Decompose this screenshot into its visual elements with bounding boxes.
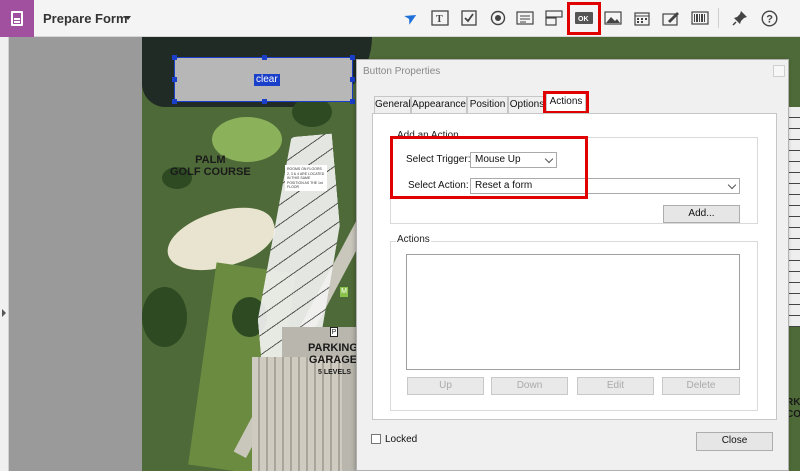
select-tool-icon[interactable]: ➤: [399, 6, 424, 31]
add-action-button[interactable]: Add...: [663, 205, 740, 223]
document-icon: [11, 11, 23, 26]
button-properties-dialog: Button Properties General Appearance Pos…: [356, 59, 789, 471]
resize-handle[interactable]: [350, 55, 355, 60]
chevron-down-icon[interactable]: [125, 16, 131, 20]
locked-checkbox[interactable]: [371, 434, 381, 444]
map-marker-m: M: [340, 287, 348, 297]
radio-button-tool-icon[interactable]: [489, 9, 507, 27]
tool-title[interactable]: Prepare Form: [43, 11, 128, 26]
resize-handle[interactable]: [262, 55, 267, 60]
pin-icon[interactable]: [731, 9, 749, 27]
list-box-tool-icon[interactable]: [516, 9, 534, 27]
svg-text:T: T: [436, 14, 443, 25]
resize-handle[interactable]: [172, 55, 177, 60]
dropdown-tool-icon[interactable]: [545, 9, 563, 27]
floor-note: ROOMS ON FLOORS 2, 3 & 4 ARE LOCATED IN …: [285, 165, 327, 191]
checkbox-tool-icon[interactable]: [460, 9, 478, 27]
resize-handle[interactable]: [350, 77, 355, 82]
prepare-form-app-icon[interactable]: [0, 0, 34, 37]
trigger-action-highlight: [390, 136, 588, 199]
move-up-button[interactable]: Up: [407, 377, 484, 395]
tree-cluster: [142, 287, 187, 347]
parking-p-marker: P: [330, 327, 338, 337]
signature-tool-icon[interactable]: [662, 9, 680, 27]
help-icon[interactable]: ?: [760, 9, 778, 27]
resize-handle[interactable]: [172, 99, 177, 104]
tab-general[interactable]: General: [374, 96, 411, 113]
resize-handle[interactable]: [172, 77, 177, 82]
clear-button-field[interactable]: clear: [172, 55, 355, 104]
close-button[interactable]: Close: [696, 432, 773, 451]
resize-handle[interactable]: [262, 99, 267, 104]
chevron-down-icon: [727, 180, 737, 190]
button-tool-highlight: [567, 2, 601, 35]
move-down-button[interactable]: Down: [491, 377, 568, 395]
actions-list[interactable]: [406, 254, 740, 370]
tab-options[interactable]: Options: [508, 96, 546, 113]
top-toolbar: Prepare Form ➤ T OK ?: [0, 0, 800, 37]
field-name-label: clear: [254, 74, 280, 86]
barcode-tool-icon[interactable]: [691, 9, 709, 27]
locked-label: Locked: [385, 434, 418, 445]
text-field-tool-icon[interactable]: T: [431, 9, 449, 27]
expand-panel-arrow-icon[interactable]: [2, 309, 6, 317]
parking-garage-label: PARKING GARAGE: [308, 342, 358, 366]
dialog-title: Button Properties: [363, 66, 441, 77]
date-tool-icon[interactable]: [633, 9, 651, 27]
delete-action-button[interactable]: Delete: [662, 377, 740, 395]
resize-handle[interactable]: [350, 99, 355, 104]
edit-action-button[interactable]: Edit: [577, 377, 654, 395]
tab-appearance[interactable]: Appearance: [411, 96, 467, 113]
golf-course-label: PALM GOLF COURSE: [170, 154, 251, 178]
left-panel-collapsed[interactable]: [0, 37, 9, 471]
document-gutter: [9, 37, 142, 471]
toolbar-divider: [718, 8, 719, 28]
dialog-close-icon[interactable]: [773, 65, 785, 77]
image-tool-icon[interactable]: [604, 9, 622, 27]
actions-tab-highlight: [543, 91, 589, 114]
svg-text:?: ?: [766, 13, 773, 25]
parking-levels-label: 5 LEVELS: [318, 369, 352, 376]
tab-position[interactable]: Position: [467, 96, 508, 113]
actions-group-label: Actions: [396, 234, 431, 245]
